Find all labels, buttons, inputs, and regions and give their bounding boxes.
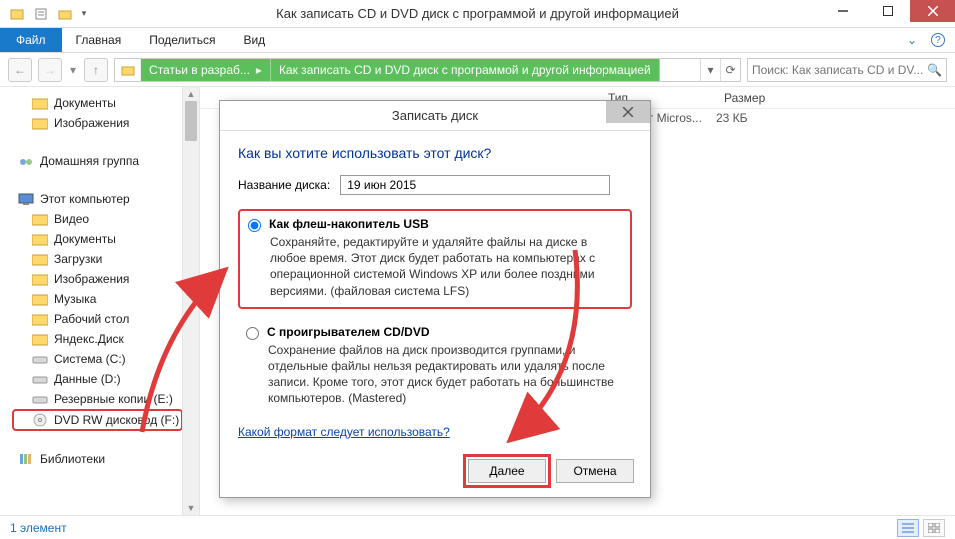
homegroup-icon [18, 153, 34, 169]
window-title: Как записать CD и DVD диск с программой … [0, 6, 955, 21]
up-button[interactable]: ↑ [84, 58, 108, 82]
folder-icon [32, 291, 48, 307]
history-dropdown[interactable]: ▾ [68, 63, 78, 77]
tree-desktop[interactable]: Рабочий стол [8, 309, 179, 329]
view-icons-button[interactable] [923, 519, 945, 537]
back-button[interactable]: ← [8, 58, 32, 82]
search-box[interactable]: 🔍 [747, 58, 947, 82]
search-icon: 🔍 [927, 63, 942, 77]
burn-disc-dialog: Записать диск Как вы хотите использовать… [219, 100, 651, 498]
tree-music[interactable]: Музыка [8, 289, 179, 309]
libraries-icon [18, 451, 34, 467]
tab-share[interactable]: Поделиться [135, 28, 229, 52]
folder-icon [32, 311, 48, 327]
option-usb-label: Как флеш-накопитель USB [269, 217, 429, 231]
navigation-pane: Документы Изображения Домашняя группа Эт… [0, 87, 200, 515]
refresh-button[interactable]: ⟳ [720, 59, 740, 81]
tree-images[interactable]: Изображения [8, 113, 179, 133]
radio-cd-dvd[interactable] [246, 327, 259, 340]
dialog-header: Как вы хотите использовать этот диск? [238, 145, 632, 161]
tree-documents[interactable]: Документы [8, 93, 179, 113]
option-cd-dvd-desc: Сохранение файлов на диск производится г… [268, 342, 624, 407]
folder-icon [32, 95, 48, 111]
option-usb-desc: Сохраняйте, редактируйте и удаляйте файл… [270, 234, 622, 299]
tree-drive-e[interactable]: Резервные копии (E:) [8, 389, 179, 409]
dialog-close-button[interactable] [606, 101, 650, 123]
address-bar[interactable]: Статьи в разраб...▸ Как записать CD и DV… [114, 58, 741, 82]
folder-icon [32, 331, 48, 347]
status-bar: 1 элемент [0, 515, 955, 539]
tree-downloads[interactable]: Загрузки [8, 249, 179, 269]
disc-name-input[interactable] [340, 175, 610, 195]
ribbon-expand-icon[interactable]: ⌄ [907, 33, 917, 47]
option-cd-dvd-label: С проигрывателем CD/DVD [267, 325, 430, 339]
address-bar-row: ← → ▾ ↑ Статьи в разраб...▸ Как записать… [0, 53, 955, 87]
ribbon-controls: ⌄ ? [907, 28, 955, 52]
drive-icon [32, 371, 48, 387]
folder-icon [32, 211, 48, 227]
breadcrumb-dropdown[interactable]: ▾ [700, 59, 720, 81]
drive-icon [32, 391, 48, 407]
tab-home[interactable]: Главная [62, 28, 136, 52]
titlebar: ▾ Как записать CD и DVD диск с программо… [0, 0, 955, 28]
scroll-down-icon[interactable]: ▼ [183, 501, 199, 515]
help-link[interactable]: Какой формат следует использовать? [238, 425, 450, 439]
tab-view[interactable]: Вид [229, 28, 279, 52]
tree-documents2[interactable]: Документы [8, 229, 179, 249]
item-count: 1 элемент [10, 521, 67, 535]
view-details-button[interactable] [897, 519, 919, 537]
tree-libraries[interactable]: Библиотеки [8, 449, 179, 469]
forward-button[interactable]: → [38, 58, 62, 82]
ribbon: Файл Главная Поделиться Вид ⌄ ? [0, 28, 955, 53]
file-tab[interactable]: Файл [0, 28, 62, 52]
folder-icon [32, 251, 48, 267]
disc-name-label: Название диска: [238, 178, 330, 192]
folder-icon [32, 231, 48, 247]
dialog-title: Записать диск [392, 108, 478, 123]
tree-thispc[interactable]: Этот компьютер [8, 189, 179, 209]
drive-icon [32, 351, 48, 367]
folder-icon [32, 271, 48, 287]
dialog-titlebar[interactable]: Записать диск [220, 101, 650, 131]
sidebar-scrollbar[interactable]: ▲ ▼ [182, 87, 199, 515]
scroll-up-icon[interactable]: ▲ [183, 87, 199, 101]
next-button[interactable]: Далее [468, 459, 546, 483]
tree-drive-d[interactable]: Данные (D:) [8, 369, 179, 389]
computer-icon [18, 191, 34, 207]
folder-icon [32, 115, 48, 131]
breadcrumb-segment-2[interactable]: Как записать CD и DVD диск с программой … [271, 59, 660, 81]
tree-drive-c[interactable]: Система (C:) [8, 349, 179, 369]
cell-size: 23 КБ [716, 111, 748, 125]
tree-homegroup[interactable]: Домашняя группа [8, 151, 179, 171]
column-size[interactable]: Размер [716, 91, 765, 105]
tree-images2[interactable]: Изображения [8, 269, 179, 289]
cancel-button[interactable]: Отмена [556, 459, 634, 483]
radio-usb[interactable] [248, 219, 261, 232]
scroll-thumb[interactable] [185, 101, 197, 141]
breadcrumb-segment-1[interactable]: Статьи в разраб...▸ [141, 59, 271, 81]
help-icon[interactable]: ? [931, 33, 945, 47]
tree-dvd-rw[interactable]: DVD RW дисковод (F:) [12, 409, 183, 431]
tree-video[interactable]: Видео [8, 209, 179, 229]
option-cd-dvd[interactable]: С проигрывателем CD/DVD Сохранение файло… [238, 319, 632, 415]
tree-yandex[interactable]: Яндекс.Диск [8, 329, 179, 349]
option-usb[interactable]: Как флеш-накопитель USB Сохраняйте, реда… [238, 209, 632, 309]
search-input[interactable] [752, 63, 942, 77]
location-icon [115, 59, 141, 81]
dvd-icon [32, 412, 48, 428]
